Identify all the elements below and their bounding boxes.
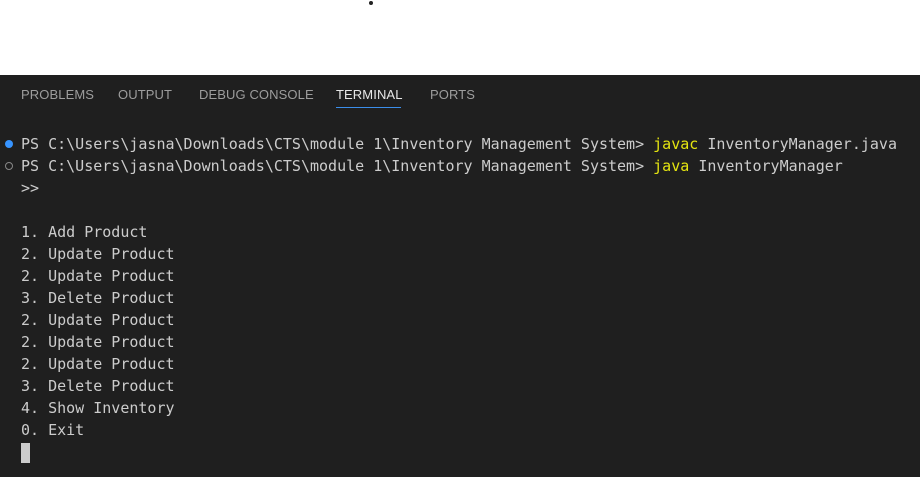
- terminal-command-line: PS C:\Users\jasna\Downloads\CTS\module 1…: [21, 155, 843, 177]
- tab-ports[interactable]: PORTS: [430, 87, 475, 102]
- tab-problems[interactable]: PROBLEMS: [21, 87, 94, 102]
- editor-area: [0, 0, 920, 75]
- bottom-panel: PROBLEMS OUTPUT DEBUG CONSOLE TERMINAL P…: [0, 75, 920, 477]
- menu-line: 4. Show Inventory: [21, 399, 175, 417]
- command-args: InventoryManager: [698, 157, 843, 175]
- command-keyword: java: [653, 157, 690, 175]
- menu-line: 2. Update Product: [21, 333, 175, 351]
- active-tab-indicator: [336, 107, 401, 108]
- tab-output[interactable]: OUTPUT: [118, 87, 172, 102]
- menu-line: 3. Delete Product: [21, 289, 175, 307]
- terminal-command-line: PS C:\Users\jasna\Downloads\CTS\module 1…: [21, 133, 897, 155]
- command-keyword: javac: [653, 135, 699, 153]
- editor-dot: [369, 1, 373, 5]
- menu-line: 0. Exit: [21, 421, 85, 439]
- menu-line: 2. Update Product: [21, 245, 175, 263]
- tab-debug-console[interactable]: DEBUG CONSOLE: [199, 87, 314, 102]
- continuation-prompt: >>: [21, 179, 40, 197]
- terminal-prompt: PS C:\Users\jasna\Downloads\CTS\module 1…: [21, 157, 654, 175]
- menu-line: 1. Add Product: [21, 223, 148, 241]
- command-success-decoration-icon[interactable]: [5, 140, 13, 148]
- command-args: InventoryManager.java: [707, 135, 897, 153]
- menu-line: 3. Delete Product: [21, 377, 175, 395]
- terminal-cursor: [21, 443, 30, 463]
- menu-line: 2. Update Product: [21, 355, 175, 373]
- terminal-prompt: PS C:\Users\jasna\Downloads\CTS\module 1…: [21, 135, 654, 153]
- menu-line: 2. Update Product: [21, 311, 175, 329]
- menu-line: 2. Update Product: [21, 267, 175, 285]
- panel-tab-bar: PROBLEMS OUTPUT DEBUG CONSOLE TERMINAL P…: [0, 75, 920, 115]
- command-running-decoration-icon[interactable]: [5, 162, 13, 170]
- tab-terminal[interactable]: TERMINAL: [336, 87, 403, 102]
